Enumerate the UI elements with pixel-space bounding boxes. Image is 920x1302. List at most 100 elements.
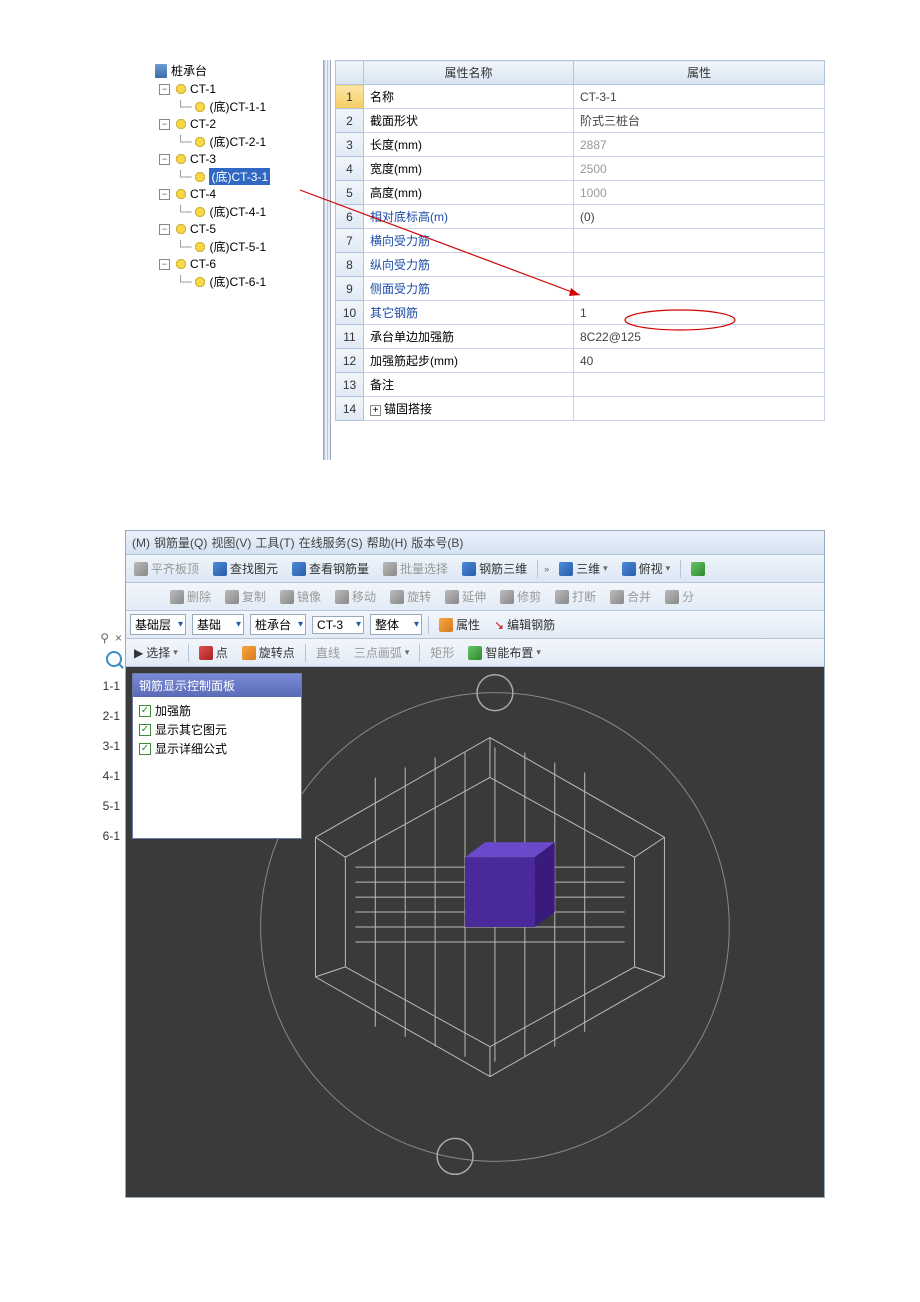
rebar-3d-button[interactable]: 钢筋三维 bbox=[458, 558, 531, 579]
prop-value[interactable]: CT-3-1 bbox=[574, 85, 825, 109]
prop-value[interactable]: 40 bbox=[574, 349, 825, 373]
select-button[interactable]: ▶选择▾ bbox=[130, 642, 182, 663]
prop-name[interactable]: +锚固搭接 bbox=[364, 397, 574, 421]
tree-child-label[interactable]: (底)CT-3-1 bbox=[209, 168, 270, 185]
prop-value[interactable]: 2887 bbox=[574, 133, 825, 157]
tree-child-label[interactable]: (底)CT-4-1 bbox=[209, 203, 266, 220]
prop-name[interactable]: 名称 bbox=[364, 85, 574, 109]
row-number[interactable]: 3 bbox=[336, 133, 364, 157]
point-button[interactable]: 点 bbox=[195, 642, 232, 663]
menu-item[interactable]: 版本号(B) bbox=[411, 536, 463, 550]
list-item[interactable]: 2-1 bbox=[86, 701, 126, 731]
prop-name[interactable]: 截面形状 bbox=[364, 109, 574, 133]
merge-button[interactable]: 合并 bbox=[606, 586, 655, 607]
tree-group-label[interactable]: CT-6 bbox=[190, 257, 216, 271]
prop-name[interactable]: 侧面受力筋 bbox=[364, 277, 574, 301]
row-number[interactable]: 14 bbox=[336, 397, 364, 421]
row-number[interactable]: 6 bbox=[336, 205, 364, 229]
prop-name[interactable]: 其它钢筋 bbox=[364, 301, 574, 325]
viewport-3d[interactable]: 钢筋显示控制面板 ✓加强筋✓显示其它图元✓显示详细公式 bbox=[126, 667, 824, 1197]
prop-value[interactable]: 2500 bbox=[574, 157, 825, 181]
globe-button[interactable] bbox=[687, 560, 709, 578]
tree-root[interactable]: 桩承台 bbox=[155, 60, 315, 81]
row-number[interactable]: 4 bbox=[336, 157, 364, 181]
menu-item[interactable]: 在线服务(S) bbox=[299, 536, 363, 550]
collapse-icon[interactable]: − bbox=[159, 119, 170, 130]
tree-child-label[interactable]: (底)CT-1-1 bbox=[209, 98, 266, 115]
row-number[interactable]: 9 bbox=[336, 277, 364, 301]
rect-button[interactable]: 矩形 bbox=[426, 642, 458, 663]
instance-select[interactable]: CT-3 bbox=[312, 616, 364, 634]
tree-child-label[interactable]: (底)CT-5-1 bbox=[209, 238, 266, 255]
prop-name[interactable]: 相对底标高(m) bbox=[364, 205, 574, 229]
delete-button[interactable]: 删除 bbox=[166, 586, 215, 607]
prop-value[interactable] bbox=[574, 229, 825, 253]
collapse-icon[interactable]: − bbox=[159, 189, 170, 200]
extend-button[interactable]: 延伸 bbox=[441, 586, 490, 607]
row-number[interactable]: 7 bbox=[336, 229, 364, 253]
collapse-icon[interactable]: − bbox=[159, 259, 170, 270]
prop-name[interactable]: 加强筋起步(mm) bbox=[364, 349, 574, 373]
checkbox[interactable]: ✓ bbox=[139, 724, 151, 736]
row-number[interactable]: 1 bbox=[336, 85, 364, 109]
topview-button[interactable]: 俯视▾ bbox=[618, 558, 675, 579]
layer-select[interactable]: 基础层 bbox=[130, 614, 186, 635]
prop-name[interactable]: 纵向受力筋 bbox=[364, 253, 574, 277]
splitter[interactable] bbox=[323, 60, 331, 460]
category-select[interactable]: 基础 bbox=[192, 614, 244, 635]
rotate-point-button[interactable]: 旋转点 bbox=[238, 642, 299, 663]
tree-child-label[interactable]: (底)CT-2-1 bbox=[209, 133, 266, 150]
prop-value[interactable]: (0) bbox=[574, 205, 825, 229]
row-number[interactable]: 5 bbox=[336, 181, 364, 205]
prop-value[interactable]: 1000 bbox=[574, 181, 825, 205]
line-button[interactable]: 直线 bbox=[312, 642, 344, 663]
menu-item[interactable]: 钢筋量(Q) bbox=[154, 536, 207, 550]
pin-icon[interactable]: ⚲ bbox=[100, 631, 109, 645]
checkbox[interactable]: ✓ bbox=[139, 705, 151, 717]
list-item[interactable]: 1-1 bbox=[86, 671, 126, 701]
trim-button[interactable]: 修剪 bbox=[496, 586, 545, 607]
collapse-icon[interactable]: − bbox=[159, 154, 170, 165]
list-item[interactable]: 6-1 bbox=[86, 821, 126, 851]
list-item[interactable]: 3-1 bbox=[86, 731, 126, 761]
properties-button[interactable]: 属性 bbox=[435, 614, 484, 635]
prop-name[interactable]: 横向受力筋 bbox=[364, 229, 574, 253]
row-number[interactable]: 10 bbox=[336, 301, 364, 325]
3d-button[interactable]: 三维▾ bbox=[555, 558, 612, 579]
collapse-icon[interactable]: − bbox=[159, 84, 170, 95]
scope-select[interactable]: 整体 bbox=[370, 614, 422, 635]
row-number[interactable]: 11 bbox=[336, 325, 364, 349]
list-item[interactable]: 4-1 bbox=[86, 761, 126, 791]
view-rebar-button[interactable]: 查看钢筋量 bbox=[288, 558, 373, 579]
menu-item[interactable]: 视图(V) bbox=[211, 536, 251, 550]
tree-group-label[interactable]: CT-3 bbox=[190, 152, 216, 166]
search-icon[interactable] bbox=[106, 651, 122, 667]
split-button[interactable]: 分 bbox=[661, 586, 698, 607]
arc-button[interactable]: 三点画弧▾ bbox=[350, 642, 414, 663]
tree-group-label[interactable]: CT-5 bbox=[190, 222, 216, 236]
row-number[interactable]: 12 bbox=[336, 349, 364, 373]
close-icon[interactable]: × bbox=[115, 631, 122, 645]
list-item[interactable]: 5-1 bbox=[86, 791, 126, 821]
prop-name[interactable]: 宽度(mm) bbox=[364, 157, 574, 181]
rotate-button[interactable]: 旋转 bbox=[386, 586, 435, 607]
copy-button[interactable]: 复制 bbox=[221, 586, 270, 607]
prop-value[interactable] bbox=[574, 373, 825, 397]
find-element-button[interactable]: 查找图元 bbox=[209, 558, 282, 579]
batch-select-button[interactable]: 批量选择 bbox=[379, 558, 452, 579]
tree-group-label[interactable]: CT-1 bbox=[190, 82, 216, 96]
menu-item[interactable]: 帮助(H) bbox=[367, 536, 408, 550]
expand-icon[interactable]: + bbox=[370, 405, 381, 416]
tree-group-label[interactable]: CT-2 bbox=[190, 117, 216, 131]
menu-item[interactable]: (M) bbox=[132, 536, 150, 550]
mirror-button[interactable]: 镜像 bbox=[276, 586, 325, 607]
prop-value[interactable]: 1 bbox=[574, 301, 825, 325]
row-number[interactable]: 8 bbox=[336, 253, 364, 277]
menu-item[interactable]: 工具(T) bbox=[255, 536, 294, 550]
move-button[interactable]: 移动 bbox=[331, 586, 380, 607]
edit-rebar-button[interactable]: ↘编辑钢筋 bbox=[490, 614, 559, 635]
prop-value[interactable] bbox=[574, 253, 825, 277]
prop-value[interactable] bbox=[574, 277, 825, 301]
prop-name[interactable]: 备注 bbox=[364, 373, 574, 397]
row-number[interactable]: 13 bbox=[336, 373, 364, 397]
